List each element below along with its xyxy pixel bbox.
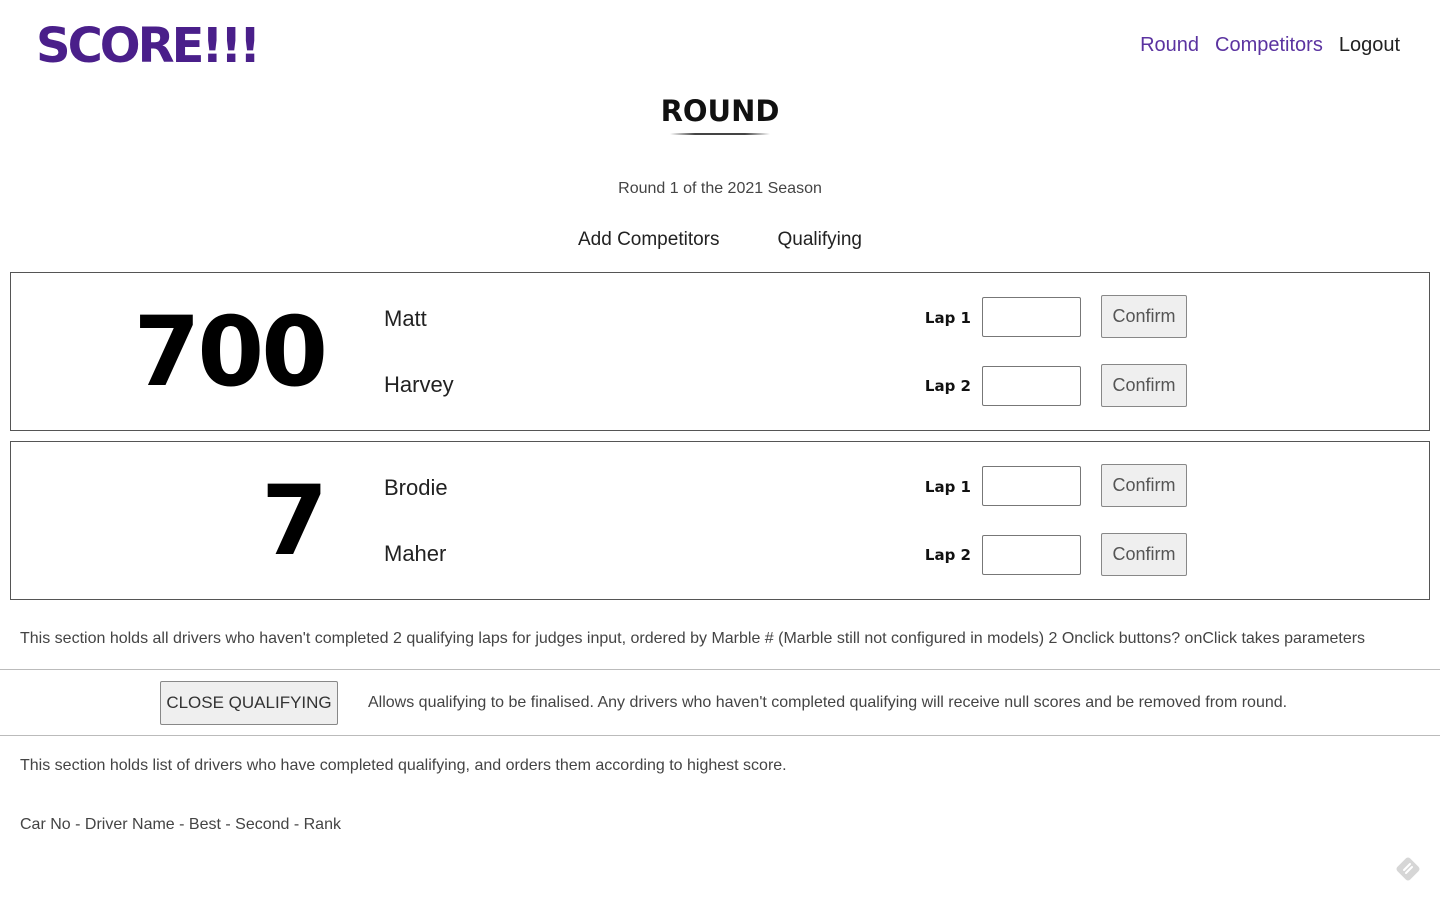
- pair-card: 7 Brodie Maher Lap 1 Confirm Lap 2 Confi…: [10, 441, 1430, 600]
- pair-card: 700 Matt Harvey Lap 1 Confirm Lap 2 Conf…: [10, 272, 1430, 431]
- divider: [0, 669, 1440, 670]
- driver-name: Matt: [384, 306, 427, 331]
- divider: [0, 735, 1440, 736]
- close-qualifying-description: Allows qualifying to be finalised. Any d…: [368, 694, 1288, 711]
- lap-2-label: Lap 2: [924, 546, 971, 564]
- top-nav: Round Competitors Logout: [1140, 34, 1400, 57]
- confirm-lap-1-button[interactable]: Confirm: [1101, 464, 1187, 507]
- lap-2-input[interactable]: [982, 535, 1081, 575]
- lap-1-input[interactable]: [982, 466, 1081, 506]
- confirm-lap-2-button[interactable]: Confirm: [1101, 364, 1187, 407]
- app-logo[interactable]: SCORE!!!: [36, 18, 261, 74]
- driver-name: Maher: [384, 541, 447, 566]
- results-columns-header: Car No - Driver Name - Best - Second - R…: [20, 816, 341, 833]
- car-number: 700: [133, 296, 328, 408]
- car-number: 7: [261, 465, 328, 577]
- completed-section-note: This section holds list of drivers who h…: [20, 757, 787, 774]
- nav-round-link[interactable]: Round: [1140, 34, 1199, 57]
- lap-1-label: Lap 1: [924, 478, 971, 496]
- driver-name: Harvey: [384, 372, 454, 397]
- lap-2-input[interactable]: [982, 366, 1081, 406]
- feedback-widget-icon[interactable]: [1395, 856, 1421, 882]
- add-competitors-link[interactable]: Add Competitors: [578, 229, 720, 251]
- lap-1-label: Lap 1: [924, 309, 971, 327]
- pending-section-note: This section holds all drivers who haven…: [20, 630, 1366, 647]
- driver-name: Brodie: [384, 475, 448, 500]
- title-underline: [670, 133, 770, 135]
- round-subnav: Add Competitors Qualifying: [0, 229, 1440, 251]
- lap-1-input[interactable]: [982, 297, 1081, 337]
- close-qualifying-button[interactable]: CLOSE QUALIFYING: [160, 681, 338, 725]
- nav-logout-link[interactable]: Logout: [1339, 34, 1400, 57]
- lap-2-label: Lap 2: [924, 377, 971, 395]
- round-subtitle: Round 1 of the 2021 Season: [618, 180, 822, 197]
- confirm-lap-2-button[interactable]: Confirm: [1101, 533, 1187, 576]
- nav-competitors-link[interactable]: Competitors: [1215, 34, 1323, 57]
- confirm-lap-1-button[interactable]: Confirm: [1101, 295, 1187, 338]
- qualifying-link[interactable]: Qualifying: [778, 229, 863, 251]
- page-title: ROUND: [660, 94, 780, 128]
